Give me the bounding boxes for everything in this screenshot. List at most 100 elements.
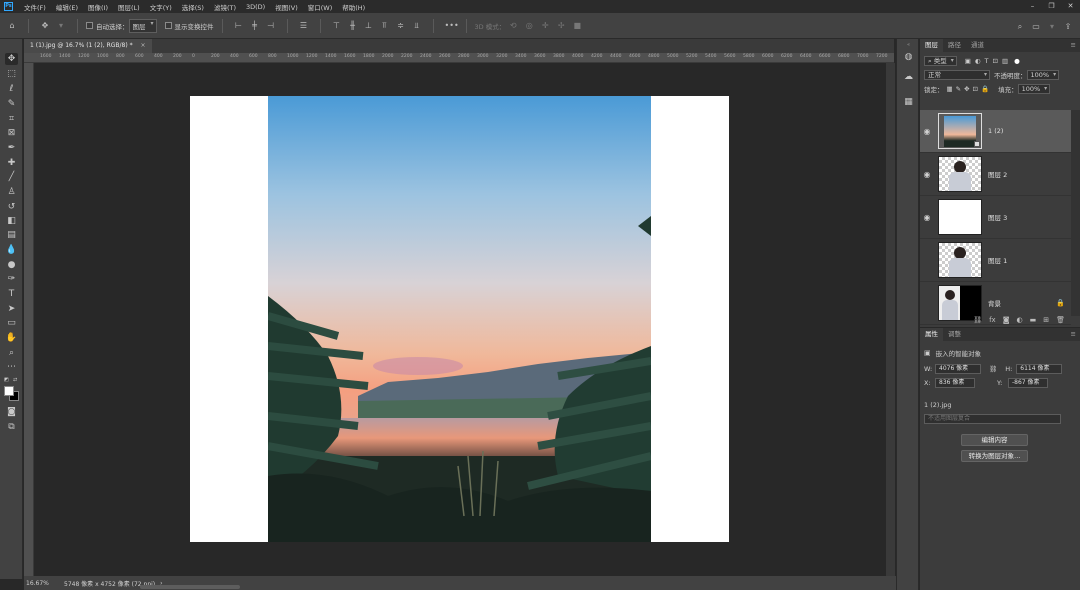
3d-rotate-icon[interactable]: ⟲ bbox=[508, 21, 518, 30]
share-icon[interactable]: ⇪ bbox=[1063, 22, 1073, 31]
delete-layer-icon[interactable]: 🗑 bbox=[1056, 316, 1065, 324]
libraries-panel-icon[interactable]: ☁ bbox=[903, 72, 914, 83]
quick-select-tool-icon[interactable]: ✎ bbox=[5, 98, 18, 110]
zoom-level[interactable]: 16.67% bbox=[26, 580, 60, 587]
type-tool-icon[interactable]: T bbox=[5, 288, 18, 300]
layer-name[interactable]: 图层 3 bbox=[988, 212, 1007, 222]
link-layers-icon[interactable]: ⛓ bbox=[973, 316, 982, 324]
eyedropper-tool-icon[interactable]: ✒ bbox=[5, 142, 18, 154]
minimize-icon[interactable]: – bbox=[1023, 0, 1042, 13]
close-icon[interactable]: ✕ bbox=[1061, 0, 1080, 13]
move-tool-icon[interactable]: ✥ bbox=[40, 21, 50, 30]
align-left-icon[interactable]: ⊢ bbox=[234, 21, 244, 30]
layers-scrollbar[interactable] bbox=[1071, 110, 1080, 316]
visibility-eye-icon[interactable]: ◉ bbox=[920, 256, 934, 265]
collapse-dock-icon[interactable]: « bbox=[901, 42, 916, 48]
menu-view[interactable]: 视图(V) bbox=[270, 2, 303, 12]
color-panel-icon[interactable]: ◍ bbox=[903, 52, 914, 63]
visibility-eye-icon[interactable]: ◉ bbox=[920, 299, 934, 308]
menu-filter[interactable]: 滤镜(T) bbox=[209, 2, 241, 12]
edit-toolbar-icon[interactable]: ⋯ bbox=[5, 361, 18, 373]
lock-icons[interactable]: ▦✎✥⊡🔒 bbox=[947, 85, 993, 93]
distribute-vcenter-icon[interactable]: ≑ bbox=[396, 21, 406, 30]
clone-stamp-tool-icon[interactable]: ♙ bbox=[5, 186, 18, 198]
healing-brush-tool-icon[interactable]: ✚ bbox=[5, 157, 18, 169]
distribute-bottom-icon[interactable]: ⫫ bbox=[412, 21, 422, 30]
edit-contents-button[interactable]: 编辑内容 bbox=[961, 434, 1028, 446]
distribute-icon[interactable]: ☰ bbox=[299, 21, 309, 30]
auto-select-checkbox[interactable] bbox=[86, 22, 93, 29]
layer-style-icon[interactable]: fx bbox=[989, 316, 996, 324]
layer-row[interactable]: ◉ 图层 2 bbox=[920, 153, 1071, 196]
blend-mode-dropdown[interactable]: 正常 bbox=[924, 70, 990, 80]
layer-name[interactable]: 1 (2) bbox=[988, 127, 1003, 135]
chevron-down-icon[interactable]: ▾ bbox=[56, 21, 66, 30]
fill-input[interactable]: 100% bbox=[1017, 84, 1051, 94]
screen-mode-icon[interactable]: ⧉ bbox=[5, 421, 18, 433]
menu-image[interactable]: 图像(I) bbox=[83, 2, 113, 12]
marquee-tool-icon[interactable]: ⬚ bbox=[5, 68, 18, 80]
filter-toggle-icon[interactable]: ● bbox=[1014, 57, 1020, 65]
tab-layers[interactable]: 图层 bbox=[920, 39, 943, 52]
default-colors-icon[interactable]: ◩ bbox=[4, 377, 11, 383]
gradient-tool-icon[interactable]: ▤ bbox=[5, 229, 18, 241]
quick-mask-icon[interactable]: ◙ bbox=[5, 406, 18, 418]
visibility-eye-icon[interactable]: ◉ bbox=[920, 213, 934, 222]
menu-layer[interactable]: 图层(L) bbox=[113, 2, 145, 12]
3d-slide-icon[interactable]: ✢ bbox=[556, 21, 566, 30]
rectangle-tool-icon[interactable]: ▭ bbox=[5, 317, 18, 329]
panel-menu-icon[interactable]: ≡ bbox=[1071, 328, 1080, 341]
3d-drag-icon[interactable]: ✛ bbox=[540, 21, 550, 30]
close-tab-icon[interactable]: × bbox=[141, 42, 146, 49]
horizontal-scrollbar[interactable] bbox=[140, 585, 240, 589]
show-transform-checkbox[interactable] bbox=[164, 22, 172, 29]
restore-icon[interactable]: ❐ bbox=[1042, 0, 1061, 13]
layer-row[interactable]: ◉ 图层 1 bbox=[920, 239, 1071, 282]
tab-paths[interactable]: 路径 bbox=[943, 39, 966, 52]
panel-menu-icon[interactable]: ≡ bbox=[1071, 39, 1080, 52]
tab-properties[interactable]: 属性 bbox=[920, 328, 943, 341]
visibility-eye-icon[interactable]: ◉ bbox=[920, 170, 934, 179]
align-hcenter-icon[interactable]: ╪ bbox=[250, 21, 260, 30]
more-options-icon[interactable]: ••• bbox=[445, 21, 459, 30]
new-group-icon[interactable]: ▬ bbox=[1030, 316, 1037, 324]
blur-tool-icon[interactable]: 💧 bbox=[5, 244, 18, 256]
search-icon[interactable]: ⌕ bbox=[1015, 22, 1025, 31]
foreground-color-swatch[interactable] bbox=[4, 386, 14, 396]
adjustment-layer-icon[interactable]: ◐ bbox=[1017, 316, 1023, 324]
align-bottom-icon[interactable]: ⊥ bbox=[364, 21, 374, 30]
layer-filter-dropdown[interactable]: ⌕ 类型 bbox=[924, 56, 957, 66]
swap-colors-icon[interactable]: ⇄ bbox=[13, 377, 20, 383]
menu-window[interactable]: 窗口(W) bbox=[303, 2, 338, 12]
menu-file[interactable]: 文件(F) bbox=[19, 2, 51, 12]
vertical-scrollbar[interactable] bbox=[886, 63, 895, 576]
lasso-tool-icon[interactable]: ℓ bbox=[5, 83, 18, 95]
new-layer-icon[interactable]: ⊞ bbox=[1043, 316, 1049, 324]
layer-row[interactable]: ◉ 1 (2) bbox=[920, 110, 1071, 153]
chevron-down-icon[interactable]: ▾ bbox=[1047, 22, 1057, 31]
y-input[interactable]: -867 像素 bbox=[1008, 378, 1048, 388]
landscape-photo-layer[interactable] bbox=[268, 96, 651, 542]
layer-filter-icons[interactable]: ▣◐T⊡▥ bbox=[965, 57, 1012, 65]
height-input[interactable]: 6114 像素 bbox=[1016, 364, 1063, 374]
swatches-panel-icon[interactable]: ▦ bbox=[903, 97, 914, 108]
layer-name[interactable]: 背景 bbox=[988, 298, 1001, 308]
menu-3d[interactable]: 3D(D) bbox=[241, 3, 270, 11]
x-input[interactable]: 836 像素 bbox=[935, 378, 975, 388]
menu-help[interactable]: 帮助(H) bbox=[337, 2, 370, 12]
auto-select-dropdown[interactable]: 图层 bbox=[128, 18, 157, 33]
dodge-tool-icon[interactable]: ● bbox=[5, 259, 18, 271]
convert-to-layers-button[interactable]: 转换为图层对象... bbox=[961, 450, 1028, 462]
tab-channels[interactable]: 通道 bbox=[966, 39, 989, 52]
layer-comps-field[interactable]: 不适用图层复合 bbox=[924, 414, 1061, 424]
align-right-icon[interactable]: ⊣ bbox=[266, 21, 276, 30]
brush-tool-icon[interactable]: ╱ bbox=[5, 171, 18, 183]
pen-tool-icon[interactable]: ✑ bbox=[5, 273, 18, 285]
hand-tool-icon[interactable]: ✋ bbox=[5, 332, 18, 344]
frame-tool-icon[interactable]: ⊠ bbox=[5, 127, 18, 139]
3d-scale-icon[interactable]: ■ bbox=[572, 21, 582, 30]
opacity-input[interactable]: 100% bbox=[1026, 70, 1060, 80]
zoom-tool-icon[interactable]: ⌕ bbox=[5, 347, 18, 359]
menu-type[interactable]: 文字(Y) bbox=[145, 2, 177, 12]
history-brush-tool-icon[interactable]: ↺ bbox=[5, 201, 18, 213]
